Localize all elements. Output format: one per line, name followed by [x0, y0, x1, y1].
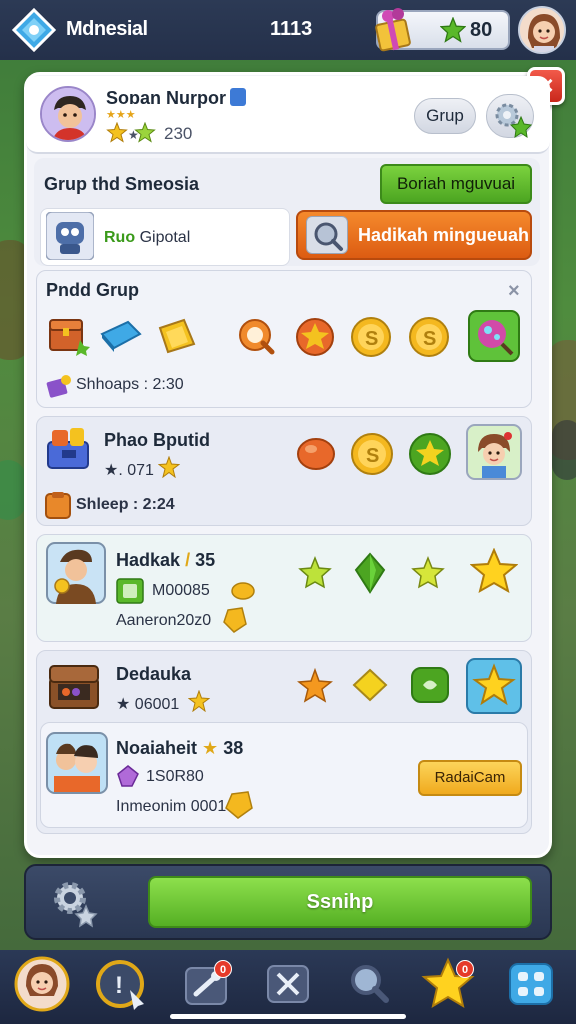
puzzle-icon — [46, 375, 71, 398]
purple-gem-icon — [117, 765, 139, 787]
profile-avatar[interactable] — [40, 86, 96, 142]
user-avatar[interactable] — [518, 6, 566, 54]
gear-gem-icon — [495, 103, 533, 139]
home-indicator — [170, 1014, 406, 1019]
nav-battle-icon[interactable] — [262, 956, 318, 1012]
dismiss-icon[interactable]: × — [508, 280, 520, 303]
card-subtitle: 1S0R80 — [146, 768, 204, 785]
card-title-mark: / — [185, 550, 196, 570]
main-action-button[interactable]: Ssnihp — [148, 876, 532, 928]
settings-gear-icon[interactable] — [46, 874, 102, 930]
nav-alert-icon[interactable]: ! — [94, 956, 150, 1012]
search-card-text: Gipotal — [139, 229, 191, 246]
gold-nugget-icon — [231, 582, 255, 600]
svg-text:S: S — [365, 328, 378, 350]
rank-stars: ★★★ — [106, 109, 136, 121]
treasure-chest-icon — [49, 319, 90, 356]
card-subtitle: M00085 — [152, 582, 210, 599]
card-title: Phao Bputid — [104, 430, 210, 450]
svg-text:★: ★ — [128, 128, 139, 142]
card-title: Hadkak / 35 — [116, 550, 215, 571]
card-title-suffix: 38 — [223, 738, 244, 758]
notification-badge: 0 — [214, 960, 232, 978]
gold-coin-icon: S — [409, 317, 449, 357]
group-button[interactable]: Grup — [414, 98, 476, 134]
card-title-mark: ★ — [202, 738, 224, 758]
green-crystal-icon — [354, 552, 386, 594]
card-title-suffix: 35 — [195, 550, 216, 570]
toolbox-icon — [47, 428, 89, 469]
top-counter: 1113 — [270, 18, 313, 40]
card-footer: Aaneron20z0 — [116, 612, 212, 629]
magnifier-icon — [306, 216, 348, 254]
verified-badge-icon — [230, 88, 246, 106]
diamond-logo-icon[interactable] — [12, 8, 56, 52]
card-title: Dedauka — [116, 664, 192, 684]
nav-menu-grid-icon[interactable] — [504, 956, 560, 1012]
two-characters-portrait-icon — [46, 732, 108, 794]
group-title: Grup thd Smeosia — [44, 174, 200, 194]
gear-button[interactable] — [486, 94, 534, 139]
background-scenery — [0, 460, 26, 520]
svg-text:S: S — [423, 328, 436, 350]
search-card-label: Ruo Gipotal — [104, 229, 190, 247]
treasure-chest-icon — [49, 665, 99, 709]
profile-name: Soɒan Nurpor — [106, 88, 226, 108]
card-footer: Shleep : 2:24 — [76, 496, 175, 513]
gold-star-icon — [158, 456, 180, 478]
card-title-text: Noaiaheit — [116, 738, 198, 758]
yellow-diamond-icon — [352, 668, 388, 702]
profile-score: 230 — [164, 124, 193, 143]
robot-icon — [46, 212, 94, 260]
claim-button[interactable]: RadaiCam — [418, 760, 522, 796]
card-subtitle: ★ 06001 — [116, 696, 180, 713]
orange-gem-icon — [297, 438, 335, 470]
gold-coin-icon: S — [351, 317, 391, 357]
gift-box-icon[interactable] — [374, 6, 412, 52]
card-title: Noaiaheit ★ 38 — [116, 738, 243, 759]
list-card[interactable] — [36, 534, 532, 642]
orange-star-icon — [297, 668, 333, 703]
character-portrait-icon[interactable] — [466, 424, 522, 480]
lime-star-icon — [298, 556, 332, 589]
gold-coin-icon: S — [351, 433, 393, 475]
green-shield-icon — [411, 667, 449, 703]
card-footer: Shhoaps : 2:30 — [76, 376, 184, 393]
green-star-badge-icon — [409, 433, 451, 475]
svg-text:S: S — [366, 445, 379, 467]
nav-profile-icon[interactable] — [14, 956, 70, 1012]
notification-badge: 0 — [456, 960, 474, 978]
gold-bar-icon — [158, 318, 196, 354]
merchant-portrait-icon — [46, 542, 106, 604]
svg-text:!: ! — [115, 972, 123, 999]
green-action-button[interactable]: Boriah mguvuai — [380, 164, 532, 204]
star-rating-icon: ★ — [106, 122, 156, 143]
card-subtitle: ★. 071 — [104, 462, 154, 479]
magic-orb-icon[interactable] — [468, 310, 520, 362]
orange-box-icon — [45, 492, 71, 519]
orange-button-label: Hadikah mingueuah — [358, 225, 530, 245]
lime-star-icon — [411, 556, 445, 589]
card-title-text: Hadkak — [116, 550, 181, 570]
nav-search-icon[interactable] — [342, 956, 398, 1012]
gold-star-icon — [470, 548, 518, 594]
card-title: Pndd Grup — [46, 280, 139, 300]
target-token-icon — [239, 319, 275, 355]
green-star-icon — [440, 17, 466, 43]
gold-star-icon — [188, 690, 210, 712]
gold-nugget-icon — [223, 607, 247, 633]
star-coin-icon — [296, 318, 334, 356]
gold-star-icon[interactable] — [466, 658, 522, 714]
search-card-accent: Ruo — [104, 229, 136, 246]
background-scenery — [552, 420, 576, 480]
card-footer: Inmeonim 0001 — [116, 798, 227, 815]
gold-nugget-icon — [225, 791, 253, 819]
green-tag-icon — [116, 578, 144, 604]
currency-value: 80 — [470, 19, 493, 41]
blue-brick-icon — [100, 320, 142, 352]
app-title: Mdnesial — [66, 18, 148, 40]
